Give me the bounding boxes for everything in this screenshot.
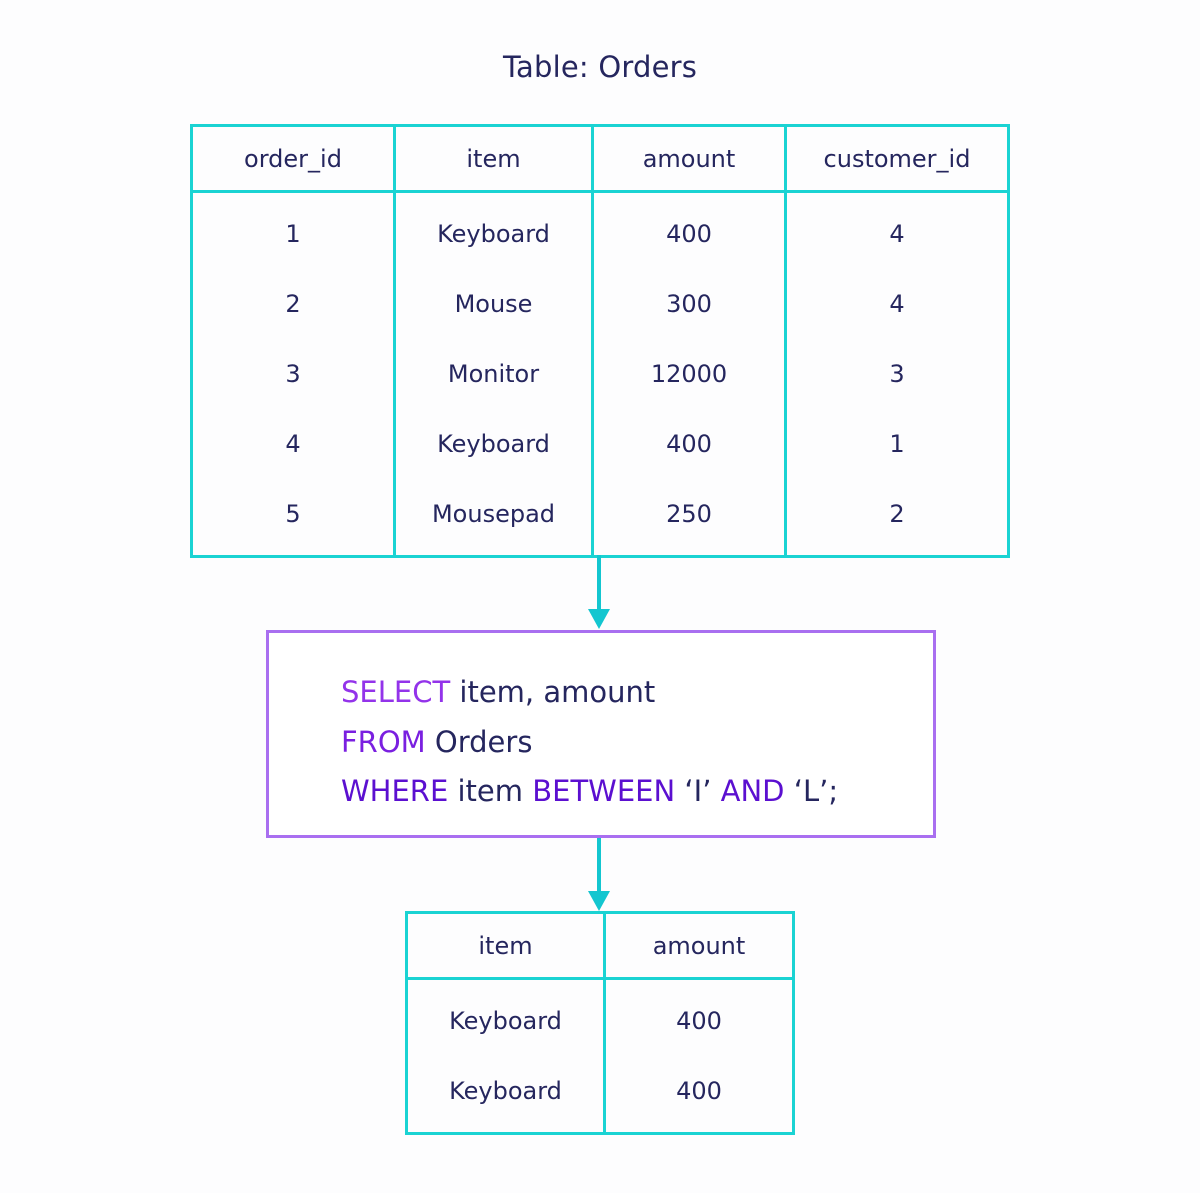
arrow-to-query-head-icon (588, 609, 610, 629)
orders-header-row: order_id item amount customer_id (190, 124, 1010, 193)
sql-line-select: SELECT item, amount (341, 668, 838, 718)
table-row: 1 Keyboard 400 4 (190, 191, 1010, 269)
result-cell-amount: 400 (603, 978, 795, 1056)
table-row: 5 Mousepad 250 2 (190, 479, 1010, 557)
cell-customer-id: 1 (784, 409, 1010, 479)
cell-order-id: 3 (190, 339, 396, 409)
arrow-to-result-head-icon (588, 891, 610, 911)
diagram-title: Table: Orders (502, 50, 698, 84)
table-row: 2 Mouse 300 4 (190, 269, 1010, 339)
cell-order-id: 4 (190, 409, 396, 479)
result-table: item amount Keyboard 400 Keyboard 400 (405, 911, 795, 1135)
sql-between-lower: ‘I’ (675, 774, 721, 808)
cell-customer-id: 3 (784, 339, 1010, 409)
cell-order-id: 2 (190, 269, 396, 339)
cell-customer-id: 4 (784, 269, 1010, 339)
sql-keyword-where: WHERE (341, 774, 449, 808)
sql-keyword-between: BETWEEN (532, 774, 676, 808)
sql-keyword-select: SELECT (341, 675, 451, 709)
table-row: Keyboard 400 (405, 1056, 795, 1134)
cell-item: Mousepad (393, 479, 594, 557)
sql-line-where: WHERE item BETWEEN ‘I’ AND ‘L’; (341, 767, 838, 817)
sql-query-box: SELECT item, amount FROM Orders WHERE it… (266, 630, 936, 838)
column-header-order-id: order_id (190, 124, 396, 193)
sql-from-table: Orders (425, 724, 533, 759)
table-row: Keyboard 400 (405, 978, 795, 1056)
orders-table: order_id item amount customer_id 1 Keybo… (190, 124, 1010, 558)
cell-amount: 250 (591, 479, 787, 557)
result-column-header-amount: amount (603, 911, 795, 980)
sql-between-upper: ‘L’; (784, 774, 839, 808)
arrow-to-result-line (597, 838, 601, 893)
cell-order-id: 5 (190, 479, 396, 557)
cell-amount: 400 (591, 409, 787, 479)
result-cell-amount: 400 (603, 1056, 795, 1134)
cell-item: Monitor (393, 339, 594, 409)
column-header-customer-id: customer_id (784, 124, 1010, 193)
result-column-header-item: item (405, 911, 606, 980)
cell-amount: 12000 (591, 339, 787, 409)
column-header-amount: amount (591, 124, 787, 193)
cell-item: Keyboard (393, 191, 594, 269)
sql-select-columns: item, amount (450, 675, 656, 709)
result-header-row: item amount (405, 911, 795, 980)
sql-where-column: item (448, 774, 533, 808)
sql-line-from: FROM Orders (341, 718, 838, 768)
column-header-item: item (393, 124, 594, 193)
cell-order-id: 1 (190, 191, 396, 269)
arrow-to-query-line (597, 555, 601, 610)
cell-item: Keyboard (393, 409, 594, 479)
result-cell-item: Keyboard (405, 978, 606, 1056)
table-row: 3 Monitor 12000 3 (190, 339, 1010, 409)
cell-customer-id: 2 (784, 479, 1010, 557)
cell-item: Mouse (393, 269, 594, 339)
table-row: 4 Keyboard 400 1 (190, 409, 1010, 479)
sql-query: SELECT item, amount FROM Orders WHERE it… (341, 668, 838, 817)
sql-keyword-and: AND (720, 774, 785, 808)
cell-amount: 400 (591, 191, 787, 269)
cell-amount: 300 (591, 269, 787, 339)
cell-customer-id: 4 (784, 191, 1010, 269)
result-cell-item: Keyboard (405, 1056, 606, 1134)
sql-keyword-from: FROM (341, 724, 426, 759)
